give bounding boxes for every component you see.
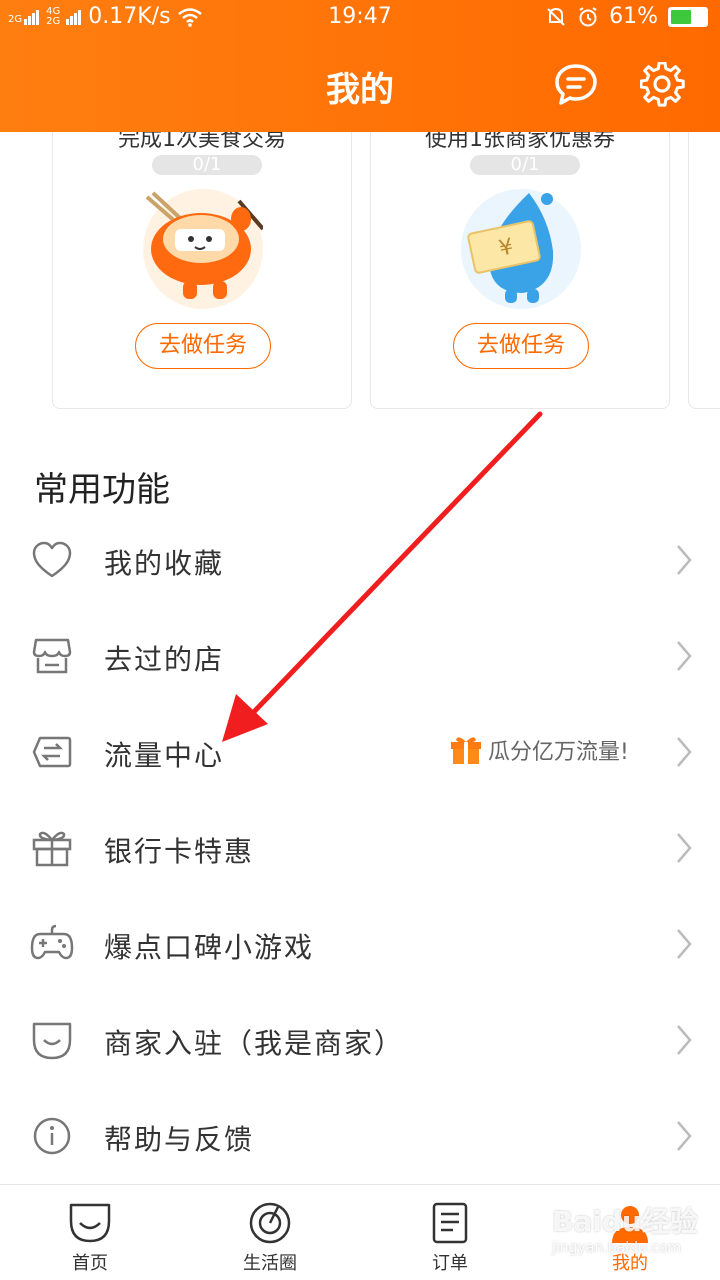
watermark-url: jingyan.baidu.com <box>552 1240 682 1256</box>
menu-item-data-center[interactable]: 流量中心 瓜分亿万流量! <box>0 704 720 800</box>
coupon-mascot-icon: ¥ <box>467 193 554 303</box>
tab-label: 订单 <box>432 1253 468 1274</box>
chevron-right-icon <box>677 641 692 671</box>
menu-item-favorites[interactable]: 我的收藏 <box>0 512 720 608</box>
alarm-icon <box>579 6 597 26</box>
order-icon <box>432 1202 468 1244</box>
menu-label: 流量中心 <box>104 739 225 772</box>
promo-text: 瓜分亿万流量! <box>488 740 629 765</box>
chevron-right-icon <box>677 929 692 959</box>
section-title: 常用功能 <box>34 470 170 510</box>
task-card: 完成1次美食交易 0/1 去做任务 <box>52 132 352 409</box>
promo-badge: 瓜分亿万流量! <box>450 734 629 766</box>
home-smile-icon <box>69 1203 111 1243</box>
chevron-right-icon <box>677 1121 692 1151</box>
status-right: 61% <box>545 4 708 29</box>
coupon-mascot-illustration: ¥ <box>461 189 581 309</box>
gear-icon[interactable] <box>640 62 686 108</box>
battery-fill <box>671 9 691 24</box>
do-task-button[interactable]: 去做任务 <box>135 323 271 369</box>
task-progress: 0/1 <box>470 155 580 175</box>
data-transfer-icon <box>32 736 72 768</box>
merchant-icon <box>32 1022 72 1060</box>
app-header: 2G 4G 2G 0.17K/s 19:47 61% 我的 <box>0 0 720 132</box>
chevron-right-icon <box>677 545 692 575</box>
compass-icon <box>249 1202 291 1244</box>
task-title: 完成1次美食交易 <box>118 132 286 152</box>
menu-item-merchant-join[interactable]: 商家入驻（我是商家） <box>0 992 720 1088</box>
task-card: 使用1张商家优惠券 0/1 ¥ 去做任务 <box>370 132 670 409</box>
watermark-logo: Baidu经验 <box>552 1205 698 1238</box>
gamepad-icon <box>30 924 74 960</box>
menu-item-bank-card-offers[interactable]: 银行卡特惠 <box>0 800 720 896</box>
tab-label: 生活圈 <box>243 1253 297 1274</box>
store-icon <box>32 638 72 674</box>
menu-label: 银行卡特惠 <box>104 835 255 868</box>
info-icon <box>33 1117 71 1155</box>
gift-promo-icon <box>451 737 481 764</box>
menu-item-mini-game[interactable]: 爆点口碑小游戏 <box>0 896 720 992</box>
menu-label: 商家入驻（我是商家） <box>104 1027 405 1060</box>
chevron-right-icon <box>677 833 692 863</box>
mute-icon <box>547 7 565 26</box>
menu-label: 我的收藏 <box>104 547 225 580</box>
task-card-partial <box>688 132 720 409</box>
status-bar: 2G 4G 2G 0.17K/s 19:47 61% <box>0 0 720 36</box>
chevron-right-icon <box>677 1025 692 1055</box>
tab-life-circle[interactable]: 生活圈 <box>210 1185 330 1280</box>
page: 2G 4G 2G 0.17K/s 19:47 61% 我的 完成1次美食交易 0… <box>0 0 720 1280</box>
menu-item-help-feedback[interactable]: 帮助与反馈 <box>0 1088 720 1184</box>
tab-orders[interactable]: 订单 <box>390 1185 510 1280</box>
tab-label: 首页 <box>72 1253 108 1274</box>
menu-label: 爆点口碑小游戏 <box>104 931 315 964</box>
menu-label: 去过的店 <box>104 643 225 676</box>
menu-item-visited-stores[interactable]: 去过的店 <box>0 608 720 704</box>
menu-label: 帮助与反馈 <box>104 1123 255 1156</box>
heart-icon <box>32 541 72 578</box>
food-mascot-illustration <box>143 189 265 309</box>
message-icon[interactable] <box>553 62 599 108</box>
food-mascot-icon <box>145 191 265 299</box>
tab-home[interactable]: 首页 <box>30 1185 150 1280</box>
chevron-right-icon <box>677 737 692 767</box>
gift-icon <box>32 831 72 867</box>
do-task-button[interactable]: 去做任务 <box>453 323 589 369</box>
task-cards: 完成1次美食交易 0/1 去做任务 使用1张商家优惠券 0/1 ¥ 去做任务 <box>0 132 720 412</box>
page-title: 我的 <box>326 70 394 110</box>
task-progress: 0/1 <box>152 155 262 175</box>
battery-percent: 61% <box>609 4 658 29</box>
task-title: 使用1张商家优惠券 <box>425 132 615 152</box>
battery-icon <box>668 6 708 27</box>
